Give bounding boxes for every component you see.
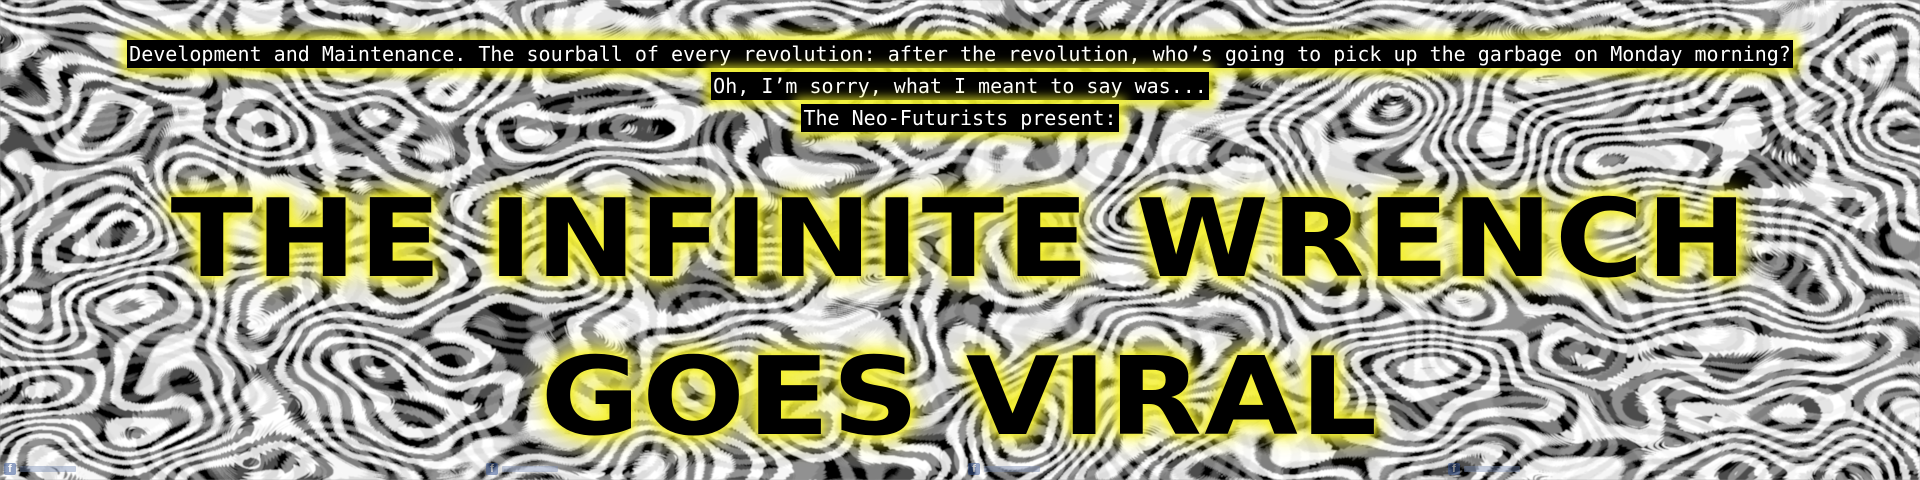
footer-social-strip: f f f f — [0, 458, 1920, 480]
intro-line-2-wrapper: Oh, I’m sorry, what I meant to say was..… — [0, 72, 1920, 104]
intro-line-1-wrapper: Development and Maintenance. The sourbal… — [0, 40, 1920, 72]
facebook-icon: f — [4, 463, 16, 475]
intro-line-3-wrapper: The Neo-Futurists present: — [0, 104, 1920, 136]
facebook-link-2[interactable]: f — [486, 462, 558, 476]
facebook-label-bar — [502, 466, 558, 472]
facebook-icon: f — [486, 463, 498, 475]
intro-line-3: The Neo-Futurists present: — [801, 104, 1119, 132]
intro-text-block: Development and Maintenance. The sourbal… — [0, 40, 1920, 136]
facebook-link-4[interactable]: f — [1448, 462, 1520, 476]
intro-line-1: Development and Maintenance. The sourbal… — [127, 40, 1793, 68]
facebook-link-3[interactable]: f — [968, 462, 1040, 476]
facebook-link-1[interactable]: f — [4, 462, 76, 476]
facebook-label-bar — [984, 466, 1040, 472]
facebook-icon: f — [1448, 463, 1460, 475]
headline-line-2: GOES VIRAL — [540, 335, 1380, 460]
facebook-icon: f — [968, 463, 980, 475]
headline-line-1: THE INFINITE WRENCH — [170, 177, 1750, 302]
facebook-label-bar — [1464, 466, 1520, 472]
intro-line-2: Oh, I’m sorry, what I meant to say was..… — [711, 72, 1209, 100]
facebook-label-bar — [20, 466, 76, 472]
